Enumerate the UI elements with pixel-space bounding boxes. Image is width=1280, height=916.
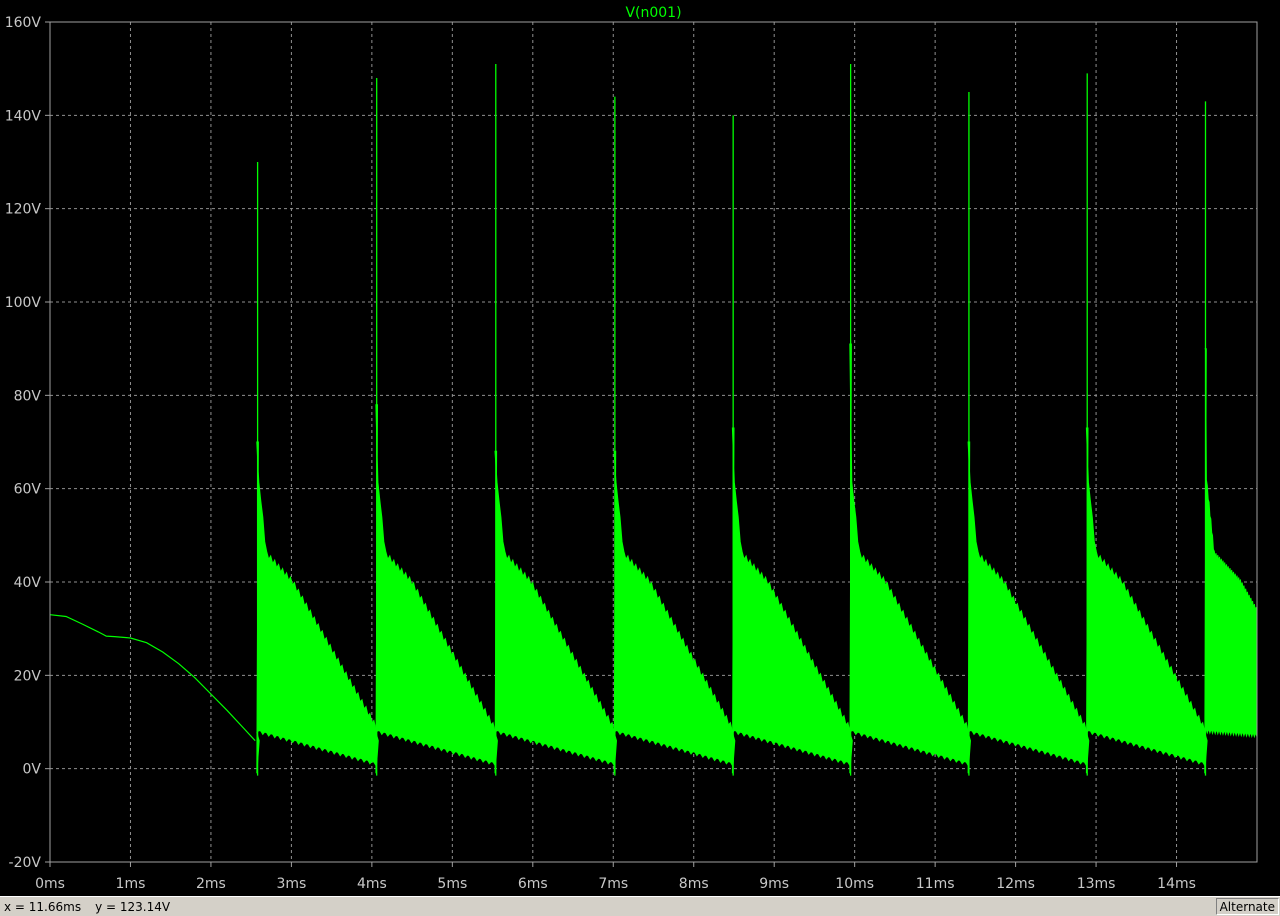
- y-tick-label: 0V: [23, 762, 42, 778]
- y-tick-label: 160V: [5, 15, 42, 31]
- x-tick-label: 6ms: [518, 876, 548, 892]
- cursor-mode-indicator[interactable]: Alternate: [1215, 898, 1279, 915]
- x-tick-label: 8ms: [679, 876, 709, 892]
- y-tick-label: -20V: [9, 855, 42, 871]
- y-tick-label: 40V: [14, 575, 42, 591]
- x-tick-label: 14ms: [1157, 876, 1196, 892]
- y-tick-label: 60V: [14, 482, 42, 498]
- cursor-x-readout: x = 11.66ms: [4, 900, 82, 914]
- x-tick-label: 13ms: [1077, 876, 1116, 892]
- x-tick-label: 4ms: [357, 876, 387, 892]
- cursor-y-readout: y = 123.14V: [95, 900, 171, 914]
- x-tick-label: 3ms: [276, 876, 306, 892]
- status-bar: x = 11.66ms y = 123.14V Alternate: [0, 896, 1280, 916]
- x-tick-label: 12ms: [996, 876, 1035, 892]
- x-tick-label: 0ms: [35, 876, 65, 892]
- x-tick-label: 10ms: [835, 876, 874, 892]
- y-tick-label: 20V: [14, 668, 42, 684]
- waveform-plot[interactable]: -20V 0V 20V 40V 60V 80V 100V 120V 140V 160V 0ms 1m…: [0, 0, 1280, 896]
- x-tick-label: 7ms: [598, 876, 628, 892]
- x-tick-label: 5ms: [437, 876, 467, 892]
- y-tick-label: 100V: [5, 295, 42, 311]
- y-tick-label: 120V: [5, 202, 42, 218]
- y-tick-label: 140V: [5, 108, 42, 124]
- x-tick-label: 9ms: [759, 876, 789, 892]
- y-tick-label: 80V: [14, 388, 42, 404]
- cursor-readout: x = 11.66ms y = 123.14V: [4, 900, 184, 914]
- x-tick-label: 2ms: [196, 876, 226, 892]
- trace-title[interactable]: V(n001): [625, 5, 681, 21]
- x-tick-label: 11ms: [916, 876, 955, 892]
- x-tick-label: 1ms: [116, 876, 146, 892]
